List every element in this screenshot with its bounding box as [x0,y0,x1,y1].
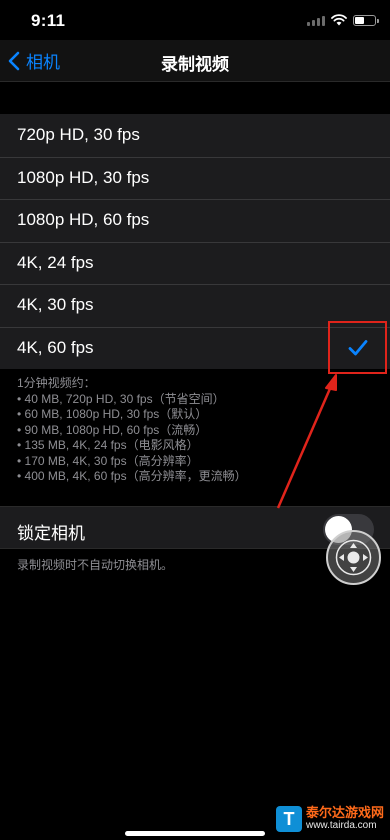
row-divider [0,156,390,158]
option-label: 1080p HD, 60 fps [17,210,150,230]
option-1080p-30[interactable]: 1080p HD, 30 fps [0,156,390,200]
lock-camera-note: 录制视频时不自动切换相机。 [17,558,174,572]
lock-camera-label: 锁定相机 [17,524,85,543]
option-720p-30[interactable]: 720p HD, 30 fps [0,114,390,157]
status-time: 9:11 [31,11,66,30]
option-label: 1080p HD, 30 fps [17,167,150,187]
option-label: 4K, 24 fps [17,252,94,272]
option-label: 4K, 60 fps [17,337,94,357]
site-watermark: T 泰尔达游戏网 www.tairda.com [275,805,384,832]
page-title: 录制视频 [161,55,229,74]
status-icons [307,14,379,26]
row-divider [0,284,390,285]
annotation-highlight-box [328,321,387,374]
option-4k-24[interactable]: 4K, 24 fps [0,241,390,285]
row-divider [0,199,390,200]
watermark-name: 泰尔达游戏网 [305,805,384,820]
wifi-icon [331,14,347,26]
size-info-footer: 1分钟视频约： • 40 MB, 720p HD, 30 fps（节省空间） •… [17,376,247,483]
home-indicator[interactable] [125,831,265,836]
watermark-logo: T [275,806,302,832]
navigation-bar: 相机 录制视频 [0,40,390,82]
status-bar: 9:11 [0,0,390,40]
option-label: 4K, 30 fps [17,295,94,315]
directional-pad-icon [335,539,372,576]
option-1080p-60[interactable]: 1080p HD, 60 fps [0,199,390,242]
watermark-url: www.tairda.com [305,820,377,831]
assistive-touch-button[interactable] [326,530,381,585]
row-divider [0,241,390,243]
option-label: 720p HD, 30 fps [17,125,140,145]
battery-icon [353,14,379,26]
cellular-signal-icon [307,15,325,26]
